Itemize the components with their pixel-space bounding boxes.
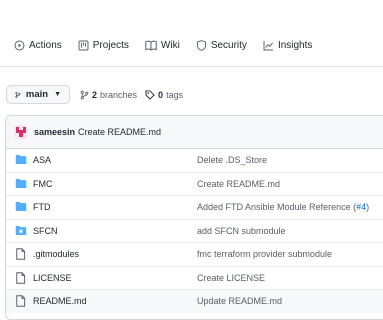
branches-count: 2 (92, 89, 98, 100)
file-row[interactable]: README.md Update README.md (6, 290, 383, 313)
file-row[interactable]: LICENSE Create LICENSE (6, 267, 383, 290)
file-commit-message[interactable]: Added FTD Ansible Module Reference (#4) (197, 202, 369, 212)
latest-commit: sameesin Create README.md (6, 116, 383, 149)
tab-insights[interactable]: Insights (263, 40, 312, 51)
branch-name: main (25, 89, 49, 100)
file-name[interactable]: README.md (33, 296, 87, 306)
branch-bar: main ▼ 2 branches 0 tags (6, 85, 183, 104)
file-row[interactable]: .gitmodules fmc terraform provider submo… (6, 243, 383, 267)
file-row[interactable]: SFCN add SFCN submodule (6, 220, 383, 243)
commit-suffix: ) (366, 202, 370, 213)
tab-projects[interactable]: Projects (78, 40, 129, 51)
project-board-icon (78, 40, 89, 51)
play-circle-icon (14, 40, 25, 51)
file-commit-message[interactable]: fmc terraform provider submodule (197, 249, 332, 259)
nav-tabs: Actions Projects Wiki Security Insights (14, 40, 328, 51)
tab-label: Insights (277, 40, 313, 51)
shield-icon (196, 40, 206, 51)
submodule-folder-icon (15, 225, 27, 235)
branches-link[interactable]: 2 branches (80, 90, 137, 100)
branch-icon (15, 91, 21, 98)
folder-icon (15, 155, 27, 164)
tab-label: Projects (92, 40, 129, 51)
file-commit-message[interactable]: add SFCN submodule (197, 226, 286, 236)
tags-count: 0 (158, 89, 164, 100)
commit-author[interactable]: sameesin (34, 127, 75, 137)
file-name[interactable]: FMC (33, 179, 53, 189)
tag-icon (145, 89, 155, 100)
branch-icon (80, 90, 89, 99)
branch-select-button[interactable]: main ▼ (6, 85, 70, 104)
tab-wiki[interactable]: Wiki (145, 40, 180, 51)
file-list-box: sameesin Create README.md ASA Delete .DS… (5, 115, 383, 320)
tags-label: tags (166, 89, 184, 100)
tab-label: Wiki (160, 40, 180, 51)
file-icon (16, 271, 26, 284)
file-commit-message[interactable]: Create LICENSE (197, 273, 265, 283)
file-row[interactable]: FMC Create README.md (6, 173, 383, 196)
file-name[interactable]: ASA (33, 155, 51, 165)
tab-label: Security (210, 40, 247, 51)
branches-label: branches (100, 89, 138, 100)
pull-request-link[interactable]: #4 (356, 202, 366, 212)
file-commit-message[interactable]: Create README.md (197, 179, 280, 189)
chevron-down-icon: ▼ (54, 91, 61, 98)
file-row[interactable]: ASA Delete .DS_Store (6, 149, 383, 173)
file-icon (16, 295, 26, 307)
identicon-icon (16, 127, 26, 137)
file-name[interactable]: .gitmodules (33, 249, 79, 259)
repo-page: Actions Projects Wiki Security Insights … (0, 0, 383, 320)
folder-icon (15, 202, 27, 211)
tags-link[interactable]: 0 tags (145, 90, 183, 100)
file-name[interactable]: SFCN (33, 226, 58, 236)
repo-nav: Actions Projects Wiki Security Insights (0, 0, 383, 67)
tab-security[interactable]: Security (196, 40, 247, 51)
folder-icon (15, 178, 27, 188)
file-icon (16, 248, 26, 260)
book-icon (145, 40, 157, 51)
tab-actions[interactable]: Actions (14, 40, 62, 51)
commit-text: Added FTD Ansible Module Reference ( (197, 202, 357, 213)
commit-message[interactable]: Create README.md (78, 127, 161, 137)
file-commit-message[interactable]: Update README.md (197, 296, 282, 306)
file-name[interactable]: LICENSE (33, 273, 72, 283)
tab-label: Actions (29, 40, 62, 51)
avatar[interactable] (14, 125, 28, 139)
file-row[interactable]: FTD Added FTD Ansible Module Reference (… (6, 196, 383, 220)
file-commit-message[interactable]: Delete .DS_Store (197, 155, 267, 165)
file-name[interactable]: FTD (33, 202, 51, 212)
graph-icon (263, 41, 273, 51)
